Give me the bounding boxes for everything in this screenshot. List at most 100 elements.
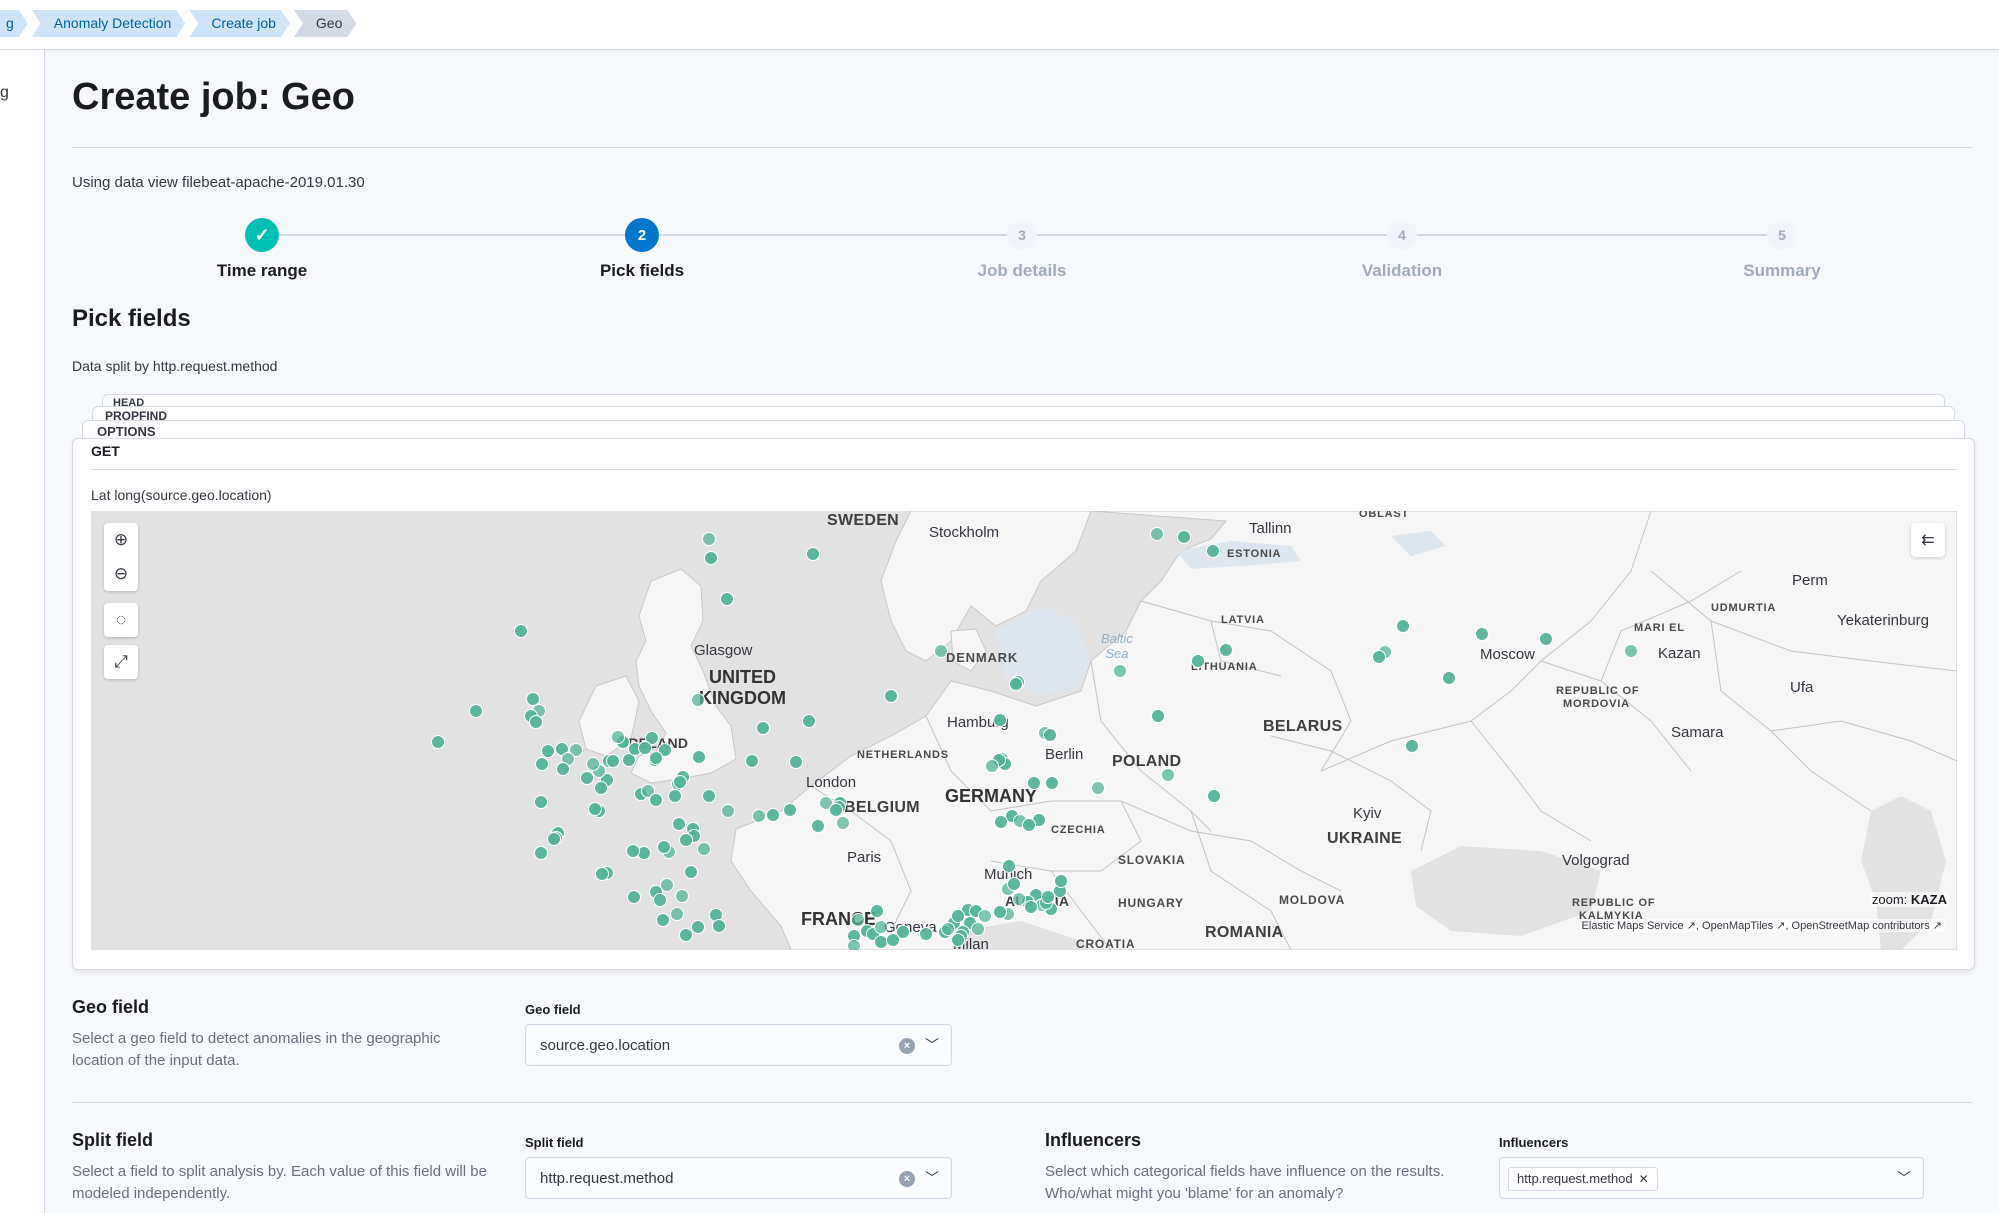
map-data-point[interactable] (691, 920, 705, 934)
locate-button[interactable]: ◌ (104, 603, 138, 637)
map-data-point[interactable] (874, 935, 888, 949)
map-data-point[interactable] (704, 551, 718, 565)
map-data-point[interactable] (870, 904, 884, 918)
map-data-point[interactable] (653, 893, 667, 907)
map-data-point[interactable] (1002, 859, 1016, 873)
map-data-point[interactable] (1150, 527, 1164, 541)
map-data-point[interactable] (783, 803, 797, 817)
step-time-range[interactable]: ✓ Time range (172, 218, 352, 281)
map-data-point[interactable] (684, 865, 698, 879)
map-data-point[interactable] (1442, 671, 1456, 685)
map-data-point[interactable] (638, 741, 652, 755)
map-data-point[interactable] (514, 624, 528, 638)
legend-toggle-button[interactable]: ⇇ (1911, 523, 1945, 557)
map-data-point[interactable] (847, 939, 861, 951)
map-data-point[interactable] (1405, 739, 1419, 753)
map-attribution[interactable]: Elastic Maps Service ↗, OpenMapTiles ↗, … (1578, 919, 1945, 932)
map-data-point[interactable] (1009, 677, 1023, 691)
map-data-point[interactable] (702, 532, 716, 546)
map-data-point[interactable] (673, 775, 687, 789)
map-data-point[interactable] (657, 840, 671, 854)
clear-icon[interactable]: × (899, 1038, 915, 1054)
step-validation[interactable]: 4 Validation (1312, 218, 1492, 281)
map-data-point[interactable] (978, 909, 992, 923)
map-data-point[interactable] (594, 781, 608, 795)
map-data-point[interactable] (611, 730, 625, 744)
map-data-point[interactable] (668, 789, 682, 803)
map-data-point[interactable] (534, 846, 548, 860)
map-data-point[interactable] (994, 815, 1008, 829)
map-data-point[interactable] (951, 933, 965, 947)
map-data-point[interactable] (469, 704, 483, 718)
map-data-point[interactable] (951, 909, 965, 923)
map-data-point[interactable] (806, 547, 820, 561)
map-data-point[interactable] (941, 922, 955, 936)
map-data-point[interactable] (1024, 900, 1038, 914)
map-data-point[interactable] (851, 913, 865, 927)
map-data-point[interactable] (672, 817, 686, 831)
map-data-point[interactable] (874, 920, 888, 934)
map-data-point[interactable] (702, 789, 716, 803)
map-data-point[interactable] (656, 913, 670, 927)
breadcrumb-item-ml[interactable]: g (0, 10, 28, 37)
map-data-point[interactable] (1191, 654, 1205, 668)
breadcrumb-item-create-job[interactable]: Create job (189, 10, 290, 37)
map-data-point[interactable] (745, 754, 759, 768)
step-pick-fields[interactable]: 2 Pick fields (552, 218, 732, 281)
map-data-point[interactable] (691, 693, 705, 707)
map-data-point[interactable] (1624, 644, 1638, 658)
map-data-point[interactable] (720, 592, 734, 606)
map-data-point[interactable] (789, 755, 803, 769)
chevron-down-icon[interactable]: ﹀ (925, 1035, 939, 1055)
map-data-point[interactable] (535, 757, 549, 771)
map-data-point[interactable] (679, 833, 693, 847)
map-data-point[interactable] (829, 803, 843, 817)
map-data-point[interactable] (886, 933, 900, 947)
map-data-point[interactable] (649, 793, 663, 807)
split-card-get[interactable]: GET Lat long(source.geo.location) SWEDEN… (72, 438, 1975, 970)
map-data-point[interactable] (606, 754, 620, 768)
map-data-point[interactable] (1177, 530, 1191, 544)
map-data-point[interactable] (586, 757, 600, 771)
step-summary[interactable]: 5 Summary (1692, 218, 1872, 281)
map-data-point[interactable] (766, 808, 780, 822)
map-data-point[interactable] (1372, 650, 1386, 664)
map-data-point[interactable] (919, 927, 933, 941)
geo-field-combobox[interactable]: source.geo.location × ﹀ (525, 1024, 952, 1066)
map-data-point[interactable] (1219, 643, 1233, 657)
map-data-point[interactable] (756, 721, 770, 735)
clear-icon[interactable]: × (899, 1171, 915, 1187)
map-data-point[interactable] (541, 744, 555, 758)
remove-pill-icon[interactable]: ✕ (1639, 1172, 1649, 1186)
map-data-point[interactable] (649, 751, 663, 765)
map-data-point[interactable] (1207, 789, 1221, 803)
map-data-point[interactable] (431, 735, 445, 749)
map-data-point[interactable] (547, 832, 561, 846)
map-data-point[interactable] (802, 714, 816, 728)
map-data-point[interactable] (588, 802, 602, 816)
map-data-point[interactable] (993, 905, 1007, 919)
map-data-point[interactable] (1161, 768, 1175, 782)
map-data-point[interactable] (697, 842, 711, 856)
map-data-point[interactable] (752, 809, 766, 823)
map-data-point[interactable] (721, 804, 735, 818)
map-data-point[interactable] (1396, 619, 1410, 633)
map-data-point[interactable] (985, 759, 999, 773)
map-data-point[interactable] (1539, 632, 1553, 646)
zoom-in-button[interactable]: ⊕ (104, 523, 138, 557)
split-field-combobox[interactable]: http.request.method × ﹀ (525, 1157, 952, 1199)
map-data-point[interactable] (1206, 544, 1220, 558)
map-data-point[interactable] (1007, 877, 1021, 891)
map-data-point[interactable] (1054, 874, 1068, 888)
map-data-point[interactable] (692, 750, 706, 764)
map-data-point[interactable] (971, 922, 985, 936)
map-data-point[interactable] (811, 819, 825, 833)
map-data-point[interactable] (526, 692, 540, 706)
map-data-point[interactable] (1113, 664, 1127, 678)
geo-map[interactable]: SWEDEN Stockholm Tallinn ESTONIA OBLAST … (91, 511, 1957, 950)
map-data-point[interactable] (580, 771, 594, 785)
map-data-point[interactable] (712, 919, 726, 933)
fullscreen-button[interactable]: ⤢ (104, 645, 138, 679)
map-data-point[interactable] (1151, 709, 1165, 723)
map-data-point[interactable] (1022, 818, 1036, 832)
